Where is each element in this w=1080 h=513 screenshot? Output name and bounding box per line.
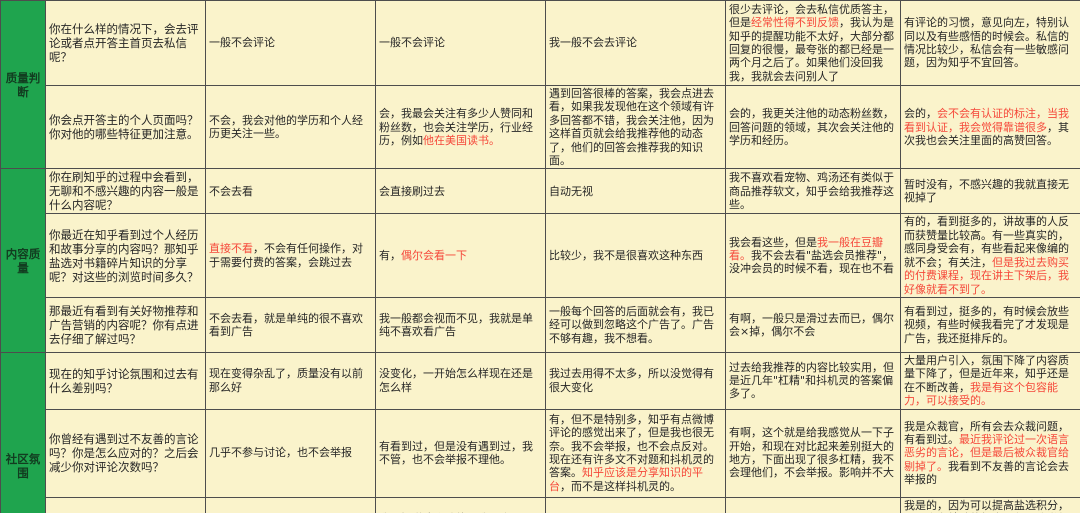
answer-cell[interactable]: 一般不会评论 xyxy=(375,0,546,86)
spreadsheet-view: 质量判断 你在什么样的情况下，会去评论或者点开答主首页去私信呢？ 一般不会评论 一般不… xyxy=(0,0,1080,513)
answer-cell[interactable]: 一般不会评论 xyxy=(205,0,376,86)
answer-cell[interactable]: 我会看这些，但是我一般在豆瓣看。我不会去看"盐选会员推荐"，没冲会员的时候不看，… xyxy=(725,213,901,298)
answer-segment: 有评论的习惯，意见向左，特别认同以及有些感悟的时候会。私信的情况比较少，私信会有… xyxy=(904,16,1069,70)
answer-segment: 暂时没有，不感兴趣的我就直接无视掉了 xyxy=(904,178,1069,205)
answer-cell[interactable]: 有评论的习惯，意见向左，特别认同以及有些感悟的时候会。私信的情况比较少，私信会有… xyxy=(900,0,1080,86)
answer-cell[interactable]: 会的，会不会有认证的标注，当我看到认证，我会觉得靠谱很多，其次我也会关注里面的高… xyxy=(900,84,1080,170)
answer-cell[interactable]: 有看到过，但是没有遇到过，我不管，也不会举报不理他。 xyxy=(375,408,546,498)
answer-cell[interactable]: 比较少，我不是很喜欢这种东西 xyxy=(545,213,726,298)
answer-segment: 我不喜欢看宠物、鸡汤还有类似于商品推荐软文，知乎会给我推荐这些。 xyxy=(729,171,894,212)
answer-cell[interactable]: 我不知道这个功能，我从来没用过。我一般会直接和客服联系，但是现在客服号太多了，我… xyxy=(375,496,546,513)
answer-segment: 我一般不会去评论 xyxy=(549,36,637,50)
answer-cell[interactable]: 一般每个回答的后面就会有，我已经可以做到忽略这个广告了。广告不够有趣，我不想看。 xyxy=(545,296,726,353)
answer-segment: 我不会去看"盐选会员推荐"，没冲会员的时候不看，现在也不看 xyxy=(729,249,894,276)
answer-segment: 不会去看，就是单纯的很不喜欢看到广告 xyxy=(209,311,363,338)
question-cell[interactable]: 你在刷知乎的过程中会看到，无聊和不感兴趣的内容一般是什么内容呢？ xyxy=(45,168,206,215)
answer-cell[interactable]: 几乎不参与讨论，也不会举报 xyxy=(205,408,376,498)
category-cell[interactable]: 质量判断 xyxy=(0,0,46,170)
answer-segment: 没变化，一开始怎么样现在还是怎么样 xyxy=(379,367,533,394)
answer-cell[interactable]: 我是众裁官，所有会去众裁问题，有看到过。最近我评论过一次语言恶劣的言论，但是最后… xyxy=(900,408,1080,498)
answer-cell[interactable]: 我一般都会视而不见，我就是单纯不喜欢看广告 xyxy=(375,296,546,353)
answer-segment: 一般不会评论 xyxy=(379,36,445,50)
table-row: 那最近有看到有关好物推荐和广告营销的内容呢？你有点进去仔细了解过吗？ 不会去看，就… xyxy=(1,296,1080,353)
answer-cell[interactable]: 会直接刷过去 xyxy=(375,168,546,215)
answer-cell[interactable]: 会的，我更关注他的动态粉丝数，回答问题的领域，其次会关注他的学历和经历。 xyxy=(725,84,901,170)
answer-segment: 遇到回答很棒的答案，我会点进去看，如果我发现他在这个领域有许多回答都不错，我会关… xyxy=(549,87,714,168)
answer-segment: 一般每个回答的后面就会有，我已经可以做到忽略这个广告了。广告不够有趣，我不想看。 xyxy=(549,304,714,345)
answer-cell[interactable]: 不会，我会对他的学历和个人经历更关注一些。 xyxy=(205,84,376,170)
answer-segment: 我一般都会视而不见，我就是单纯不喜欢看广告 xyxy=(379,311,533,338)
answer-cell[interactable]: 我过去用得不太多，所以没觉得有很大变化 xyxy=(545,351,726,410)
question-cell[interactable]: 你曾经有遇到过不友善的言论吗？你是怎么应对的？之后会减少你对评论次数吗？ xyxy=(45,408,206,498)
answer-segment: 经常性得不到反馈 xyxy=(751,16,839,30)
answer-cell[interactable]: 有啊，一般只是滑过去而已，偶尔会×掉，偶尔不会 xyxy=(725,296,901,353)
answer-cell[interactable]: 有，偶尔会看一下 xyxy=(375,213,546,298)
answer-cell[interactable]: 直接不看，不会有任何操作，对于需要付费的答案，会跳过去 xyxy=(205,213,376,298)
answer-cell[interactable]: 有，但不是特别多，知乎有点微博评论的感觉出来了，但是我也很无奈。我不会举报，也不… xyxy=(545,408,726,498)
answer-cell[interactable]: 会，我最会关注有多少人赞同和粉丝数，也会关注学历，行业经历，例如他在美国读书。 xyxy=(375,84,546,170)
answer-cell[interactable]: 有的，看到挺多的，讲故事的人反而获赞量比较高。有一些真实的，感同身受会有，有些看… xyxy=(900,213,1080,298)
answer-cell[interactable]: 没有 xyxy=(205,496,376,513)
answer-segment: 我过去用得不太多，所以没觉得有很大变化 xyxy=(549,367,714,394)
answer-cell[interactable]: 自动无视 xyxy=(545,168,726,215)
answer-segment: 有啊，一般只是滑过去而已，偶尔会×掉，偶尔不会 xyxy=(729,311,894,338)
table-row: 你曾经有遇到过不友善的言论吗？你是怎么应对的？之后会减少你对评论次数吗？ 几乎不参… xyxy=(1,408,1080,498)
question-cell[interactable]: 你最近在知乎看到过个人经历和故事分享的内容吗？那知乎盐选对书籍碎片知识的分享呢？… xyxy=(45,213,206,298)
answer-cell[interactable]: 有看到过，挺多的，有时候会放些视频，有些时候我看完了才发现是广告，我还挺排斥的。 xyxy=(900,296,1080,353)
answer-segment: 我是的，因为可以提高盐选积分，而且会有特殊的标志，但是我觉得门槛没有很高。如果门… xyxy=(904,498,1069,513)
answer-segment: 几乎不参与讨论，也不会举报 xyxy=(209,446,352,460)
answer-segment: 自动无视 xyxy=(549,184,593,198)
question-cell[interactable]: 那最近有看到有关好物推荐和广告营销的内容呢？你有点进去仔细了解过吗？ xyxy=(45,296,206,353)
answer-segment: 会的， xyxy=(904,107,937,121)
answer-cell[interactable]: 有啊，这个就是给我感觉从一下子开始，和现在对比起来差别挺大的地方，下面出现了很多… xyxy=(725,408,901,498)
category-cell[interactable]: 社区氛围 xyxy=(0,351,46,513)
answer-segment: 不会去看 xyxy=(209,184,253,198)
answer-cell[interactable]: 遇到回答很棒的答案，我会点进去看，如果我发现他在这个领域有许多回答都不错，我会关… xyxy=(545,84,726,170)
answer-segment: 不会，我会对他的学历和个人经历更关注一些。 xyxy=(209,113,363,141)
answer-segment: ，而不是这样抖机灵的。 xyxy=(560,479,681,493)
question-cell[interactable]: 现在的知乎讨论氛围和过去有什么差别吗？ xyxy=(45,351,206,410)
answer-cell[interactable]: 很少去评论，会去私信优质答主，但是经常性得不到反馈，我认为是知乎的提醒功能不太好… xyxy=(725,0,901,86)
question-cell[interactable]: 你会点开答主的个人页面吗？你对他的哪些特征更加注意。 xyxy=(45,84,206,170)
answer-cell[interactable]: 不会去看，就是单纯的很不喜欢看到广告 xyxy=(205,296,376,353)
answer-segment: 会的，我更关注他的动态粉丝数，回答问题的领域，其次会关注他的学历和经历。 xyxy=(729,107,894,147)
table-row: 你最近在知乎看到过个人经历和故事分享的内容吗？那知乎盐选对书籍碎片知识的分享呢？… xyxy=(1,213,1080,298)
answer-cell[interactable]: 我是的，因为可以提高盐选积分，而且会有特殊的标志，但是我觉得门槛没有很高。如果门… xyxy=(900,496,1080,513)
answer-cell[interactable]: 过去给我推荐的内容比较实用，但是近几年"杠精"和抖机灵的答案偏多了。 xyxy=(725,351,901,410)
answer-segment: 偶尔会看一下 xyxy=(401,249,467,262)
answer-cell[interactable]: 不会去看 xyxy=(205,168,376,215)
answer-cell[interactable]: 我一般不会去评论 xyxy=(545,0,726,86)
answer-segment: 有， xyxy=(379,249,401,262)
answer-segment: 现在变得杂乱了，质量没有以前那么好 xyxy=(209,367,363,394)
answer-segment: 会直接刷过去 xyxy=(379,184,445,198)
answer-segment: 过去给我推荐的内容比较实用，但是近几年"杠精"和抖机灵的答案偏多了。 xyxy=(729,360,894,401)
table-row: 你会点开答主的个人页面吗？你对他的哪些特征更加注意。 不会，我会对他的学历和个人经… xyxy=(1,84,1080,170)
table-row: 内容质量 你在刷知乎的过程中会看到，无聊和不感兴趣的内容一般是什么内容呢？ 不会去看… xyxy=(0,168,1080,353)
answer-segment: 他在美国读书。 xyxy=(423,133,500,147)
answer-cell[interactable]: 我知道有这个功能，但是我没有点进去 xyxy=(725,496,901,513)
table-row: 你使用过众裁议事厅的功能吗？没有我不知道这个功能，我从来没用过。我一般会直接和客… xyxy=(1,496,1080,513)
answer-segment: 有看到过，但是没有遇到过，我不管，也不会举报不理他。 xyxy=(379,439,533,467)
table-row: 社区氛围 现在的知乎讨论氛围和过去有什么差别吗？ 现在变得杂乱了，质量没有以前那么好… xyxy=(0,351,1080,513)
interview-table: 质量判断 你在什么样的情况下，会去评论或者点开答主首页去私信呢？ 一般不会评论 一般不… xyxy=(0,0,1080,513)
answer-cell[interactable]: 大量用户引入，氛围下降了内容质量下降了，但是近年来，知乎还是在不断改善，我是有这… xyxy=(900,351,1080,410)
question-cell[interactable]: 你在什么样的情况下，会去评论或者点开答主首页去私信呢？ xyxy=(45,0,206,86)
answer-segment: 直接不看 xyxy=(209,242,253,256)
category-cell[interactable]: 内容质量 xyxy=(0,168,46,353)
answer-cell[interactable]: 暂时没有，不感兴趣的我就直接无视掉了 xyxy=(900,168,1080,215)
answer-cell[interactable]: 没变化，一开始怎么样现在还是怎么样 xyxy=(375,351,546,410)
answer-segment: 有啊，这个就是给我感觉从一下子开始，和现在对比起来差别挺大的地方，下面出现了很多… xyxy=(729,426,894,480)
answer-segment: 一般不会评论 xyxy=(209,36,275,50)
answer-segment: 有看到过，挺多的，有时候会放些视频，有些时候我看完了才发现是广告，我还挺排斥的。 xyxy=(904,304,1069,345)
table-row: 质量判断 你在什么样的情况下，会去评论或者点开答主首页去私信呢？ 一般不会评论 一般不… xyxy=(0,0,1080,170)
answer-segment: 我会看这些，但是 xyxy=(729,235,817,249)
answer-cell[interactable]: 现在变得杂乱了，质量没有以前那么好 xyxy=(205,351,376,410)
table-body: 质量判断 你在什么样的情况下，会去评论或者点开答主首页去私信呢？ 一般不会评论 一般不… xyxy=(0,0,1080,513)
question-cell[interactable]: 你使用过众裁议事厅的功能吗？ xyxy=(45,496,206,513)
answer-segment: 比较少，我不是很喜欢这种东西 xyxy=(549,249,703,262)
answer-cell[interactable]: 没有 xyxy=(545,496,726,513)
answer-cell[interactable]: 我不喜欢看宠物、鸡汤还有类似于商品推荐软文，知乎会给我推荐这些。 xyxy=(725,168,901,215)
